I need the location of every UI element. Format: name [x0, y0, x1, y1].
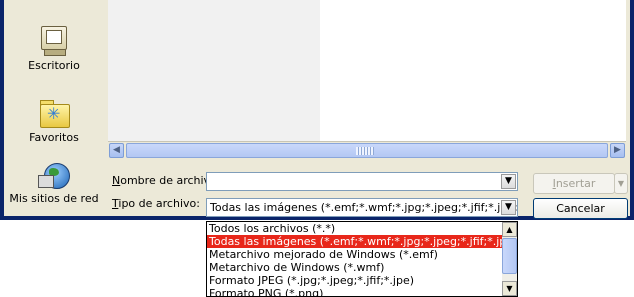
place-label: Mis sitios de red — [9, 192, 99, 205]
insert-button[interactable]: Insertar — [533, 173, 615, 194]
scroll-thumb[interactable] — [126, 143, 608, 158]
filename-label-accesskey: N — [112, 174, 121, 187]
file-list-column — [108, 0, 320, 141]
dropdown-item[interactable]: Todos los archivos (*.*) — [207, 222, 517, 235]
cancel-button[interactable]: Cancelar — [533, 198, 628, 219]
scroll-down-button[interactable]: ▼ — [502, 281, 517, 296]
filename-label: Nombre de archivo: — [112, 174, 221, 187]
dropdown-item[interactable]: Metarchivo mejorado de Windows (*.emf) — [207, 248, 517, 261]
filetype-value: Todas las imágenes (*.emf;*.wmf;*.jpg;*.… — [210, 201, 518, 214]
scroll-left-button[interactable]: ◀ — [109, 143, 124, 158]
network-places-icon — [38, 159, 70, 191]
dialog-border-left — [0, 0, 4, 220]
dropdown-item-selected[interactable]: Todas las imágenes (*.emf;*.wmf;*.jpg;*.… — [207, 235, 517, 248]
scroll-right-button[interactable]: ▶ — [610, 143, 625, 158]
filetype-dropdown-list[interactable]: Todos los archivos (*.*) Todas las imáge… — [206, 221, 518, 297]
scroll-up-button[interactable]: ▲ — [502, 222, 517, 237]
place-escritorio[interactable]: Escritorio — [6, 24, 102, 72]
scroll-grip-icon — [356, 147, 374, 155]
desktop-icon — [38, 24, 70, 56]
file-list-hscrollbar[interactable]: ◀ ▶ — [108, 141, 626, 159]
filetype-label: Tipo de archivo: — [112, 197, 200, 210]
insert-button-label: nsertar — [555, 177, 596, 190]
dropdown-item[interactable]: Formato PNG (*.png) — [207, 287, 517, 296]
place-label: Favoritos — [29, 131, 79, 144]
places-bar: Escritorio ✳ Favoritos Mis sitios de red — [6, 0, 102, 213]
dropdown-item[interactable]: Formato JPEG (*.jpg;*.jpeg;*.jfif;*.jpe) — [207, 274, 517, 287]
insert-picture-dialog: Escritorio ✳ Favoritos Mis sitios de red… — [0, 0, 634, 220]
filetype-select[interactable]: Todas las imágenes (*.emf;*.wmf;*.jpg;*.… — [206, 198, 518, 217]
dialog-border-right — [630, 0, 634, 220]
filetype-dropdown-button[interactable]: ▼ — [501, 200, 516, 215]
dropdown-item[interactable]: Metarchivo de Windows (*.wmf) — [207, 261, 517, 274]
place-label: Escritorio — [28, 59, 80, 72]
filename-input[interactable]: ▼ — [206, 172, 518, 191]
favorites-folder-icon: ✳ — [38, 96, 70, 128]
dropdown-scroll-thumb[interactable] — [502, 238, 517, 274]
file-list[interactable] — [108, 0, 626, 141]
filetype-label-text: ipo de archivo: — [118, 197, 200, 210]
dropdown-vscrollbar[interactable]: ▲ ▼ — [502, 222, 517, 296]
filename-dropdown-button[interactable]: ▼ — [501, 174, 516, 189]
insert-options-arrow[interactable]: ▼ — [614, 173, 628, 194]
place-favoritos[interactable]: ✳ Favoritos — [6, 96, 102, 144]
place-mis-sitios-de-red[interactable]: Mis sitios de red — [6, 159, 102, 205]
